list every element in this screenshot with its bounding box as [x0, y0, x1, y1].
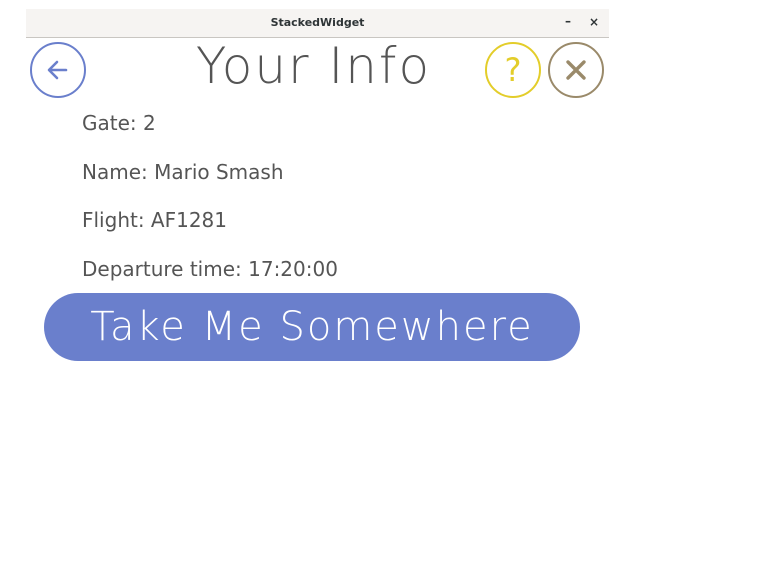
close-window-button[interactable]: × [586, 14, 602, 30]
name-label: Name: Mario Smash [82, 160, 284, 184]
back-button[interactable] [30, 42, 86, 98]
departure-time-label: Departure time: 17:20:00 [82, 257, 338, 281]
question-mark-icon: ? [498, 52, 528, 88]
flight-label: Flight: AF1281 [82, 208, 228, 232]
window-title: StackedWidget [270, 16, 365, 29]
app-window: StackedWidget – × Your Info ? Gate: 2 Na… [26, 9, 609, 371]
page-title: Your Info [195, 37, 432, 95]
close-button[interactable] [548, 42, 604, 98]
minimize-window-button[interactable]: – [560, 13, 576, 29]
help-button[interactable]: ? [485, 42, 541, 98]
take-me-somewhere-button[interactable]: Take Me Somewhere [44, 293, 580, 361]
svg-text:?: ? [505, 52, 522, 88]
gate-label: Gate: 2 [82, 111, 156, 135]
close-x-icon [564, 58, 588, 82]
arrow-left-icon [45, 57, 71, 83]
title-bar: StackedWidget – × [26, 9, 609, 38]
